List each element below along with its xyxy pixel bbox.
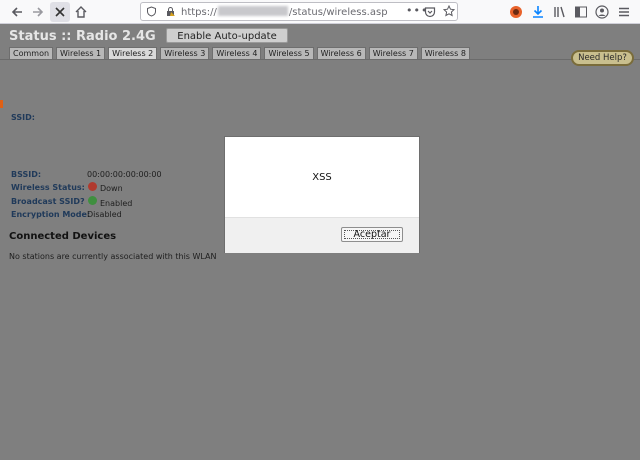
alert-dialog: XSS Aceptar bbox=[224, 136, 420, 253]
tab-divider bbox=[0, 59, 640, 60]
url-redacted-host bbox=[217, 6, 288, 16]
tab-wireless-7[interactable]: Wireless 7 bbox=[368, 47, 418, 59]
tab-wireless-4[interactable]: Wireless 4 bbox=[212, 47, 262, 59]
lock-warning-icon[interactable] bbox=[165, 6, 176, 17]
library-icon[interactable] bbox=[553, 5, 567, 19]
accept-button[interactable]: Aceptar bbox=[341, 227, 403, 242]
wireless-status-label: Wireless Status: bbox=[11, 183, 85, 192]
encryption-mode-label: Encryption Mode: bbox=[11, 210, 91, 219]
back-arrow-icon bbox=[11, 7, 22, 17]
broadcast-ssid-label: Broadcast SSID? bbox=[11, 197, 85, 206]
wireless-tabs: Common Wireless 1 Wireless 2 Wireless 3 … bbox=[9, 47, 470, 59]
close-icon bbox=[55, 7, 65, 17]
tab-wireless-6[interactable]: Wireless 6 bbox=[316, 47, 366, 59]
bssid-label: BSSID: bbox=[11, 170, 42, 179]
tab-wireless-8[interactable]: Wireless 8 bbox=[420, 47, 470, 59]
hamburger-menu-icon[interactable] bbox=[617, 5, 631, 19]
tab-wireless-2[interactable]: Wireless 2 bbox=[108, 47, 158, 59]
url-path: /status/wireless.asp bbox=[288, 7, 388, 18]
side-marker bbox=[0, 100, 3, 108]
alert-message: XSS bbox=[312, 172, 332, 183]
sidebar-icon[interactable] bbox=[574, 5, 588, 19]
connected-devices-title: Connected Devices bbox=[9, 231, 117, 242]
bssid-value: 00:00:00:00:00:00 bbox=[87, 170, 162, 179]
status-ok-icon bbox=[88, 196, 97, 205]
back-button[interactable] bbox=[7, 2, 27, 22]
wireless-status-value: Down bbox=[100, 184, 123, 193]
shield-icon[interactable] bbox=[146, 6, 157, 17]
alert-footer: Aceptar bbox=[225, 217, 419, 253]
need-help-button[interactable]: Need Help? bbox=[571, 50, 634, 66]
page-title: Status :: Radio 2.4G bbox=[9, 29, 156, 44]
tab-wireless-1[interactable]: Wireless 1 bbox=[56, 47, 106, 59]
encryption-mode-value: Disabled bbox=[87, 210, 122, 219]
home-icon bbox=[75, 6, 87, 18]
no-stations-message: No stations are currently associated wit… bbox=[9, 252, 217, 261]
stop-button[interactable] bbox=[50, 2, 70, 22]
account-icon[interactable] bbox=[595, 5, 609, 19]
url-bar[interactable]: https:///status/wireless.asp ••• bbox=[140, 2, 458, 21]
download-icon[interactable] bbox=[531, 5, 545, 19]
url-text: https:// /status/wireless.asp bbox=[181, 6, 388, 18]
tab-wireless-3[interactable]: Wireless 3 bbox=[160, 47, 210, 59]
home-button[interactable] bbox=[71, 2, 91, 22]
extension-icon[interactable] bbox=[509, 5, 523, 19]
tab-common[interactable]: Common bbox=[9, 47, 54, 59]
forward-arrow-icon bbox=[33, 7, 44, 17]
pocket-icon[interactable] bbox=[424, 6, 436, 18]
browser-toolbar: https:///status/wireless.asp ••• bbox=[0, 0, 640, 24]
forward-button[interactable] bbox=[28, 2, 48, 22]
tab-wireless-5[interactable]: Wireless 5 bbox=[264, 47, 314, 59]
ssid-label: SSID: bbox=[11, 113, 35, 122]
status-down-icon bbox=[88, 182, 97, 191]
url-prefix: https:// bbox=[181, 7, 217, 18]
enable-autoupdate-button[interactable]: Enable Auto-update bbox=[166, 28, 288, 43]
bookmark-star-icon[interactable] bbox=[443, 5, 455, 17]
broadcast-ssid-value: Enabled bbox=[100, 199, 133, 208]
